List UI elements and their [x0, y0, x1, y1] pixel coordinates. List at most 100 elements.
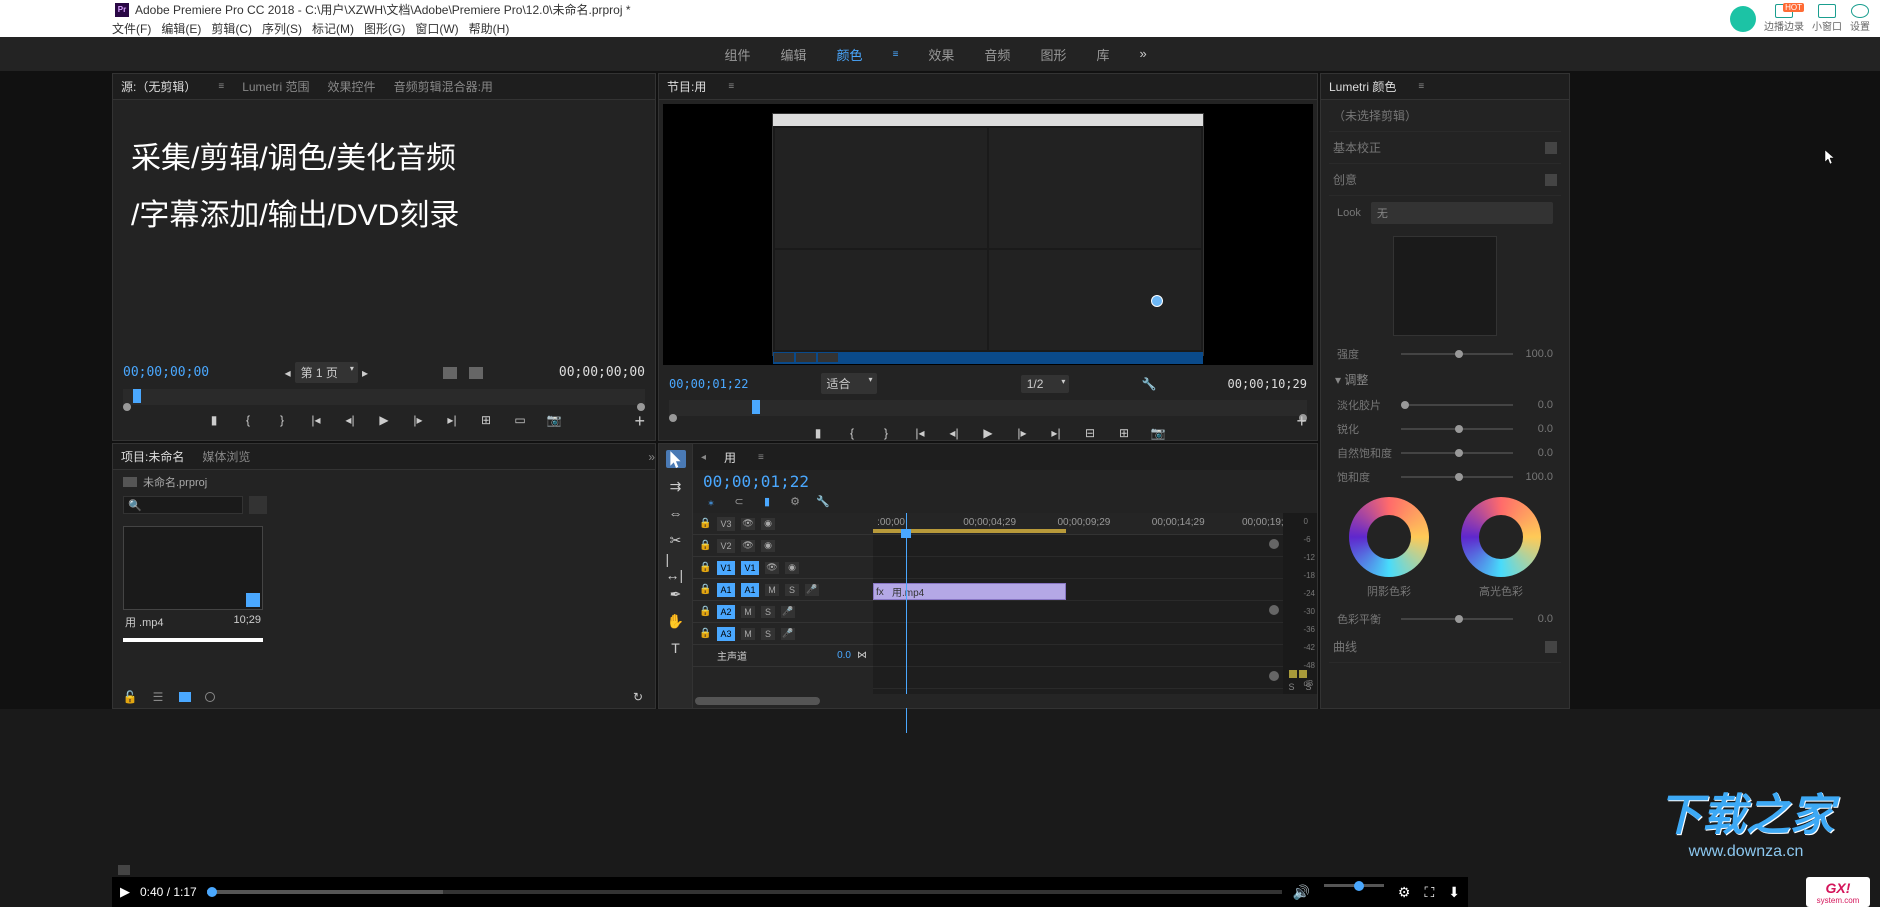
ruler-knob-left[interactable]: [123, 403, 131, 411]
ws-assembly[interactable]: 组件: [725, 45, 751, 64]
step-back-icon[interactable]: ◂|: [343, 413, 357, 427]
vibrance-slider[interactable]: 自然饱和度0.0: [1329, 441, 1561, 465]
info-icon[interactable]: [118, 865, 130, 875]
hand-tool-icon[interactable]: ✋: [666, 612, 686, 630]
fullscreen-icon[interactable]: ⛶: [1424, 884, 1434, 901]
checkbox-icon[interactable]: [1545, 174, 1557, 186]
track-header-v1[interactable]: 🔒V1V1👁◉: [693, 557, 873, 579]
settings-icon[interactable]: ⚙: [787, 493, 803, 509]
voice-over-icon[interactable]: 🎤: [781, 606, 795, 618]
tab-lumetri-menu-icon[interactable]: ≡: [1418, 81, 1424, 92]
p-goto-out-icon[interactable]: ▸|: [1049, 426, 1063, 440]
wrench-icon[interactable]: 🔧: [1141, 377, 1155, 391]
source-patch-v1[interactable]: V1: [717, 561, 735, 575]
freeform-view-icon[interactable]: [205, 692, 215, 702]
tint-balance-slider[interactable]: 色彩平衡0.0: [1329, 607, 1561, 631]
lock-icon[interactable]: 🔒: [699, 628, 711, 639]
volume-icon[interactable]: 🔊: [1292, 884, 1309, 901]
tab-audio-mixer[interactable]: 音频剪辑混合器:用: [394, 78, 493, 95]
toggle-output-icon[interactable]: 👁: [741, 540, 755, 552]
ws-overflow-icon[interactable]: »: [1139, 46, 1155, 62]
tab-lumetri-scopes[interactable]: Lumetri 范围: [242, 78, 309, 95]
seq-prev-icon[interactable]: ◂: [701, 452, 706, 463]
volume-slider-knob[interactable]: [1354, 881, 1364, 891]
list-view-icon[interactable]: ☰: [151, 690, 165, 704]
ws-audio[interactable]: 音频: [984, 45, 1010, 64]
pen-tool-icon[interactable]: ✒: [666, 585, 686, 603]
page-prev-icon[interactable]: ◂: [285, 366, 291, 380]
clip-scrub-strip[interactable]: [123, 638, 263, 642]
download-icon[interactable]: ⬇: [1448, 884, 1460, 901]
p-extract-icon[interactable]: ⊞: [1117, 426, 1131, 440]
filter-icon[interactable]: [249, 496, 267, 514]
play-icon[interactable]: ▶: [377, 413, 391, 427]
add-button-icon[interactable]: +: [634, 411, 645, 432]
p-in-icon[interactable]: {: [845, 426, 859, 440]
ripple-edit-tool-icon[interactable]: ⇔: [666, 504, 686, 522]
tab-project[interactable]: 项目:未命名: [121, 448, 184, 465]
vscroll-knob[interactable]: [1269, 605, 1279, 615]
menu-window[interactable]: 窗口(W): [415, 20, 458, 37]
lock-icon[interactable]: 🔒: [699, 540, 711, 551]
track-select-tool-icon[interactable]: ⇉: [666, 477, 686, 495]
program-tc-cur[interactable]: 00;00;01;22: [669, 377, 748, 391]
selection-tool-icon[interactable]: [666, 450, 686, 468]
tab-lumetri[interactable]: Lumetri 颜色: [1329, 78, 1396, 95]
track-header-a3[interactable]: 🔒A3MS🎤: [693, 623, 873, 645]
video-clip[interactable]: fx 用.mp4: [873, 583, 1066, 600]
program-ruler[interactable]: [669, 400, 1307, 416]
saturation-slider[interactable]: 饱和度100.0: [1329, 465, 1561, 489]
ext-settings[interactable]: 设置: [1850, 4, 1870, 33]
out-point-icon[interactable]: }: [275, 413, 289, 427]
source-patch-a1[interactable]: A1: [717, 583, 735, 597]
tab-source-menu-icon[interactable]: ≡: [218, 81, 224, 92]
menu-clip[interactable]: 剪辑(C): [211, 20, 252, 37]
marker-add-icon[interactable]: ▮: [759, 493, 775, 509]
p-play-icon[interactable]: ▶: [981, 426, 995, 440]
ws-libraries[interactable]: 库: [1096, 45, 1109, 64]
program-playhead-icon[interactable]: [752, 400, 760, 414]
toggle-output-icon[interactable]: 👁: [765, 562, 779, 574]
insert-icon[interactable]: ⊞: [479, 413, 493, 427]
p-add-button-icon[interactable]: +: [1296, 411, 1307, 432]
refresh-icon[interactable]: ↻: [631, 690, 645, 704]
adjust-header[interactable]: ▾ 调整: [1329, 366, 1561, 393]
snap-icon[interactable]: ⁎: [703, 493, 719, 509]
source-playhead-icon[interactable]: [133, 389, 141, 403]
tab-program[interactable]: 节目:用: [667, 78, 706, 95]
checkbox-icon[interactable]: [1545, 641, 1557, 653]
timeline-tracks[interactable]: :00;00 00;00;04;29 00;00;09;29 00;00;14;…: [873, 513, 1283, 694]
zoom-dropdown[interactable]: 1/2: [1021, 375, 1070, 393]
lock-icon[interactable]: 🔒: [699, 584, 711, 595]
track-header-master[interactable]: 主声道0.0⋈: [693, 645, 873, 667]
menu-marker[interactable]: 标记(M): [312, 20, 354, 37]
timeline-timecode[interactable]: 00;00;01;22: [693, 470, 1317, 493]
goto-in-icon[interactable]: |◂: [309, 413, 323, 427]
look-dropdown[interactable]: 无: [1371, 202, 1553, 224]
ext-logo[interactable]: [1730, 6, 1756, 32]
page-next-icon[interactable]: ▸: [362, 366, 368, 380]
tab-overflow-icon[interactable]: »: [648, 450, 655, 464]
p-export-frame-icon[interactable]: 📷: [1151, 426, 1165, 440]
menu-file[interactable]: 文件(F): [112, 20, 151, 37]
video-play-icon[interactable]: ▶: [120, 884, 130, 900]
export-frame-icon[interactable]: 📷: [547, 413, 561, 427]
checkbox-icon[interactable]: [1545, 142, 1557, 154]
slip-tool-icon[interactable]: |↔|: [666, 558, 686, 576]
highlight-tint-wheel[interactable]: 高光色彩: [1458, 497, 1544, 599]
timeline-hscroll[interactable]: [693, 694, 1317, 708]
razor-tool-icon[interactable]: ✂: [666, 531, 686, 549]
voice-over-icon[interactable]: 🎤: [781, 628, 795, 640]
marker-icon[interactable]: ▮: [207, 413, 221, 427]
menu-help[interactable]: 帮助(H): [469, 20, 510, 37]
track-header-a1[interactable]: 🔒A1A1MS🎤: [693, 579, 873, 601]
write-lock-icon[interactable]: 🔓: [123, 690, 137, 704]
lumetri-basic-section[interactable]: 基本校正: [1329, 132, 1561, 164]
solo-left[interactable]: S: [1288, 682, 1294, 692]
p-lift-icon[interactable]: ⊟: [1083, 426, 1097, 440]
prog-ruler-knob-left[interactable]: [669, 414, 677, 422]
p-out-icon[interactable]: }: [879, 426, 893, 440]
tab-program-menu-icon[interactable]: ≡: [728, 81, 734, 92]
tab-source[interactable]: 源:（无剪辑）: [121, 78, 196, 95]
sequence-tab[interactable]: 用: [724, 449, 736, 466]
